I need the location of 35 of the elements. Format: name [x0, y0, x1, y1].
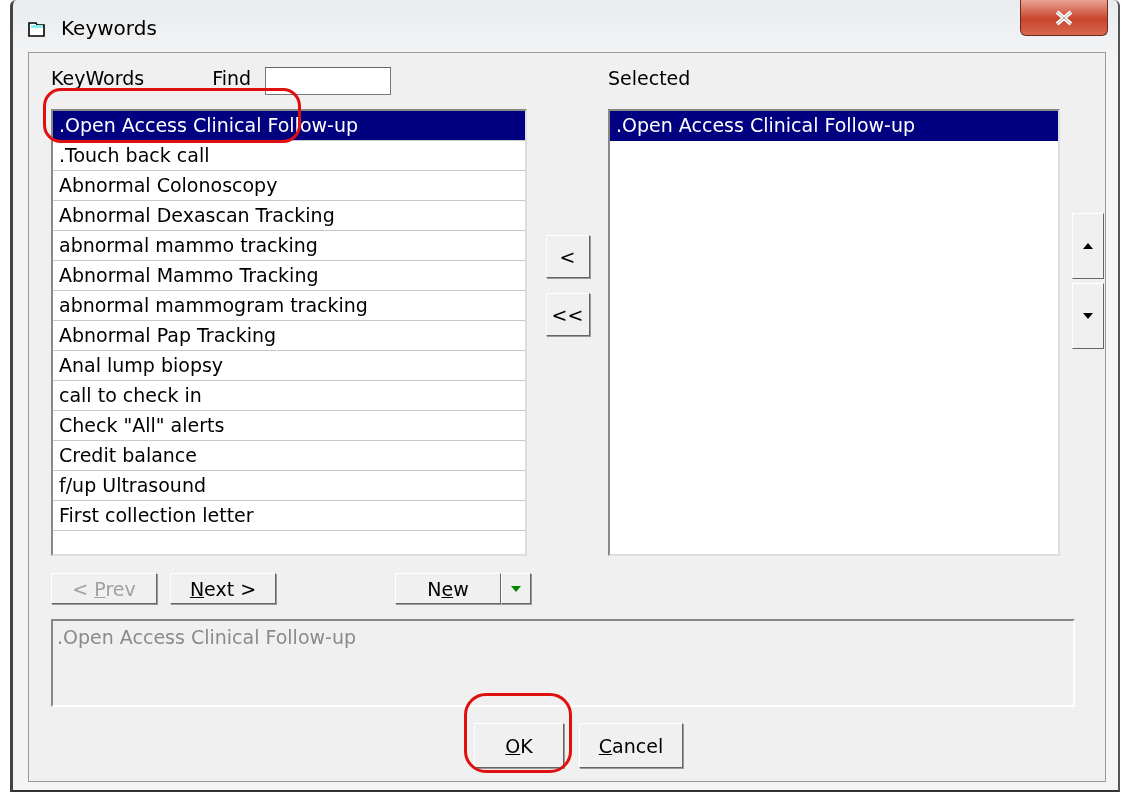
find-label: Find — [212, 67, 252, 89]
keyword-item[interactable]: Abnormal Mammo Tracking — [53, 261, 525, 291]
keyword-item[interactable]: Abnormal Dexascan Tracking — [53, 201, 525, 231]
keywords-list[interactable] — [51, 109, 527, 556]
triangle-down-icon — [1082, 312, 1094, 320]
keyword-item[interactable]: Abnormal Colonoscopy — [53, 171, 525, 201]
next-button[interactable]: Next > — [170, 573, 276, 604]
selected-label: Selected — [608, 67, 691, 89]
cancel-button[interactable]: Cancel — [579, 723, 683, 768]
keyword-item[interactable]: Check "All" alerts — [53, 411, 525, 441]
dropdown-arrow-icon — [510, 584, 522, 593]
move-up-button[interactable] — [1072, 213, 1104, 279]
new-dropdown-button[interactable] — [501, 573, 531, 604]
window-icon — [27, 19, 47, 39]
selected-item[interactable]: .Open Access Clinical Follow-up — [610, 111, 1058, 141]
triangle-up-icon — [1082, 242, 1094, 250]
remove-all-button[interactable]: << — [545, 293, 590, 336]
new-button[interactable]: New — [395, 573, 501, 604]
keyword-item[interactable]: abnormal mammogram tracking — [53, 291, 525, 321]
keyword-item[interactable]: Abnormal Pap Tracking — [53, 321, 525, 351]
keyword-item[interactable]: abnormal mammo tracking — [53, 231, 525, 261]
keyword-item[interactable]: Anal lump biopsy — [53, 351, 525, 381]
remove-button[interactable]: < — [545, 235, 590, 278]
keyword-item[interactable]: .Touch back call — [53, 141, 525, 171]
close-button[interactable] — [1020, 0, 1108, 36]
keyword-item[interactable]: First collection letter — [53, 501, 525, 531]
keywords-label: KeyWords — [51, 67, 145, 89]
window-title: Keywords — [61, 16, 157, 40]
keyword-item[interactable]: Credit balance — [53, 441, 525, 471]
selected-list[interactable]: .Open Access Clinical Follow-up — [608, 109, 1060, 556]
ok-button[interactable]: OK — [474, 723, 564, 768]
keyword-item[interactable]: call to check in — [53, 381, 525, 411]
find-field[interactable] — [265, 67, 392, 95]
keyword-item[interactable]: f/up Ultrasound — [53, 471, 525, 501]
move-down-button[interactable] — [1072, 283, 1104, 349]
